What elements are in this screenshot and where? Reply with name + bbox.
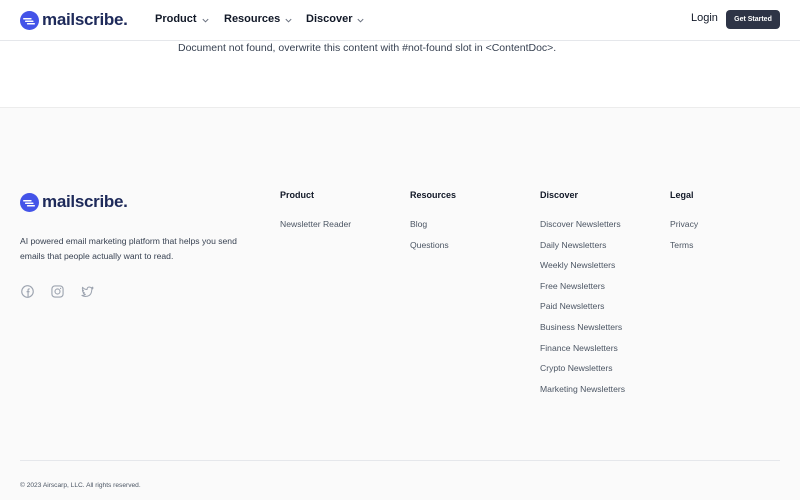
footer-link-questions[interactable]: Questions <box>410 239 456 260</box>
mailscribe-logo-icon <box>20 192 39 212</box>
nav-product[interactable]: Product <box>155 12 210 25</box>
footer-link-discover-newsletters[interactable]: Discover Newsletters <box>540 218 625 239</box>
footer-tagline: AI powered email marketing platform that… <box>20 236 237 261</box>
mailscribe-logo-icon <box>20 10 39 30</box>
footer-col-legal: Legal Privacy Terms <box>670 190 698 259</box>
footer-logo[interactable]: mailscribe. <box>20 192 128 212</box>
footer-link-privacy[interactable]: Privacy <box>670 218 698 239</box>
footer-link-crypto-newsletters[interactable]: Crypto Newsletters <box>540 362 625 383</box>
nav-resources-label: Resources <box>224 12 281 25</box>
footer-link-paid-newsletters[interactable]: Paid Newsletters <box>540 300 625 321</box>
footer-link-daily-newsletters[interactable]: Daily Newsletters <box>540 239 625 260</box>
chevron-down-icon <box>285 18 292 23</box>
footer-link-finance-newsletters[interactable]: Finance Newsletters <box>540 342 625 363</box>
nav-product-label: Product <box>155 12 197 25</box>
header-logo[interactable]: mailscribe. <box>20 10 128 30</box>
chevron-down-icon <box>357 18 365 23</box>
footer-link-blog[interactable]: Blog <box>410 218 456 239</box>
twitter-icon[interactable] <box>81 285 94 298</box>
chevron-down-icon <box>202 18 209 23</box>
footer-col-discover: Discover Discover Newsletters Daily News… <box>540 190 625 403</box>
footer-col-resources: Resources Blog Questions <box>410 190 456 259</box>
get-started-button[interactable]: Get Started <box>726 10 780 29</box>
footer-link-marketing-newsletters[interactable]: Marketing Newsletters <box>540 383 625 404</box>
nav-discover-label: Discover <box>306 12 353 25</box>
login-link[interactable]: Login <box>691 12 718 24</box>
social-links <box>21 285 94 298</box>
site-footer: mailscribe. AI powered email marketing p… <box>0 107 800 500</box>
nav-discover[interactable]: Discover <box>306 12 365 25</box>
brand-name: mailscribe. <box>42 192 128 211</box>
copyright-notice: © 2023 Airscarp, LLC. All rights reserve… <box>20 482 141 489</box>
footer-col-title: Discover <box>540 190 579 200</box>
footer-col-title: Resources <box>410 190 457 200</box>
footer-link-free-newsletters[interactable]: Free Newsletters <box>540 280 625 301</box>
nav-resources[interactable]: Resources <box>224 12 293 25</box>
instagram-icon[interactable] <box>51 285 64 298</box>
footer-link-weekly-newsletters[interactable]: Weekly Newsletters <box>540 259 625 280</box>
footer-col-product: Product Newsletter Reader <box>280 190 351 239</box>
footer-col-title: Product <box>280 190 315 200</box>
footer-divider <box>20 460 780 461</box>
not-found-message: Document not found, overwrite this conte… <box>178 42 557 54</box>
footer-link-newsletter-reader[interactable]: Newsletter Reader <box>280 218 351 239</box>
facebook-icon[interactable] <box>21 285 34 298</box>
brand-name: mailscribe. <box>42 10 128 29</box>
footer-col-title: Legal <box>670 190 694 200</box>
footer-link-business-newsletters[interactable]: Business Newsletters <box>540 321 625 342</box>
site-header: mailscribe. Product Resources Discover L… <box>0 0 800 41</box>
footer-link-terms[interactable]: Terms <box>670 239 698 260</box>
